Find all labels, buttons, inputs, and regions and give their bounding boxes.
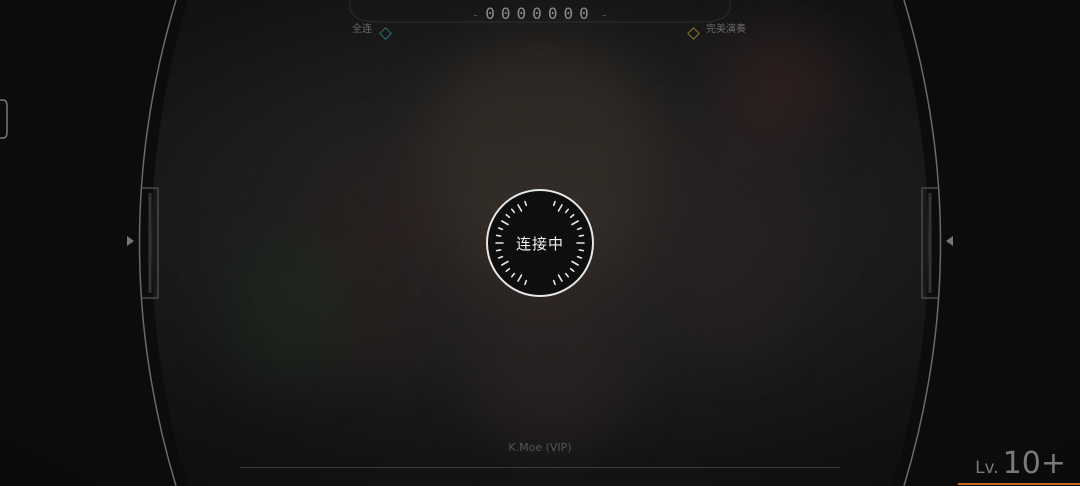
score-display: -0000000- <box>0 4 1080 23</box>
score-dash-left: - <box>472 8 480 22</box>
full-combo-label: 全连 <box>352 24 372 35</box>
bottom-divider <box>240 467 840 468</box>
right-nav-arrow-icon[interactable] <box>946 236 953 246</box>
connecting-text: 连接中 <box>515 234 564 253</box>
level-value: 10+ <box>1002 446 1066 481</box>
level-accent-bar <box>958 483 1080 485</box>
level-prefix: Lv. <box>975 458 999 478</box>
connecting-indicator: 连接中 <box>485 188 595 298</box>
all-perfect-label: 完美演奏 <box>706 24 746 35</box>
level-display: Lv. 10+ <box>975 446 1066 481</box>
left-nav-arrow-icon[interactable] <box>127 236 134 246</box>
score-value: 0000000 <box>485 4 595 23</box>
game-screen: -0000000- 全连 完美演奏 连接中 K.Moe (VIP) Lv. 10+ <box>0 0 1080 486</box>
player-name: K.Moe (VIP) <box>508 441 572 454</box>
score-dash-right: - <box>600 8 608 22</box>
